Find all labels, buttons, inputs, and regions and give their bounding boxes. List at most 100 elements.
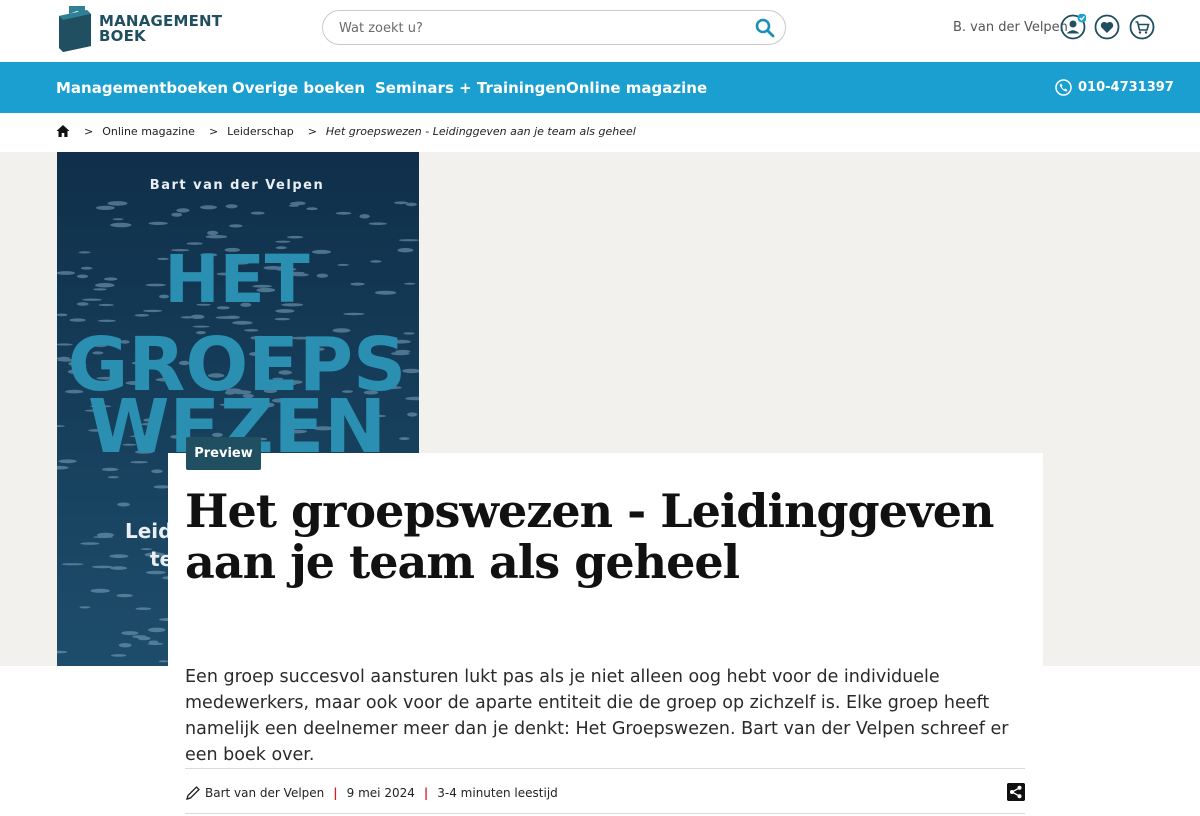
cover-fish	[147, 627, 166, 633]
cover-fish	[205, 235, 228, 239]
article-author[interactable]: Bart van der Velpen	[205, 786, 324, 800]
cover-fish	[171, 212, 183, 217]
cover-fish	[80, 266, 93, 270]
cover-fish	[95, 283, 115, 288]
cover-fish	[76, 274, 89, 279]
cover-fish	[370, 260, 382, 263]
cover-fish	[97, 532, 114, 538]
cover-fish	[112, 218, 124, 221]
cover-author: Bart van der Velpen	[150, 178, 324, 193]
cover-fish	[90, 588, 110, 593]
cover-fish	[350, 282, 365, 286]
logo-line-2: BOEK	[99, 27, 146, 45]
cover-fish	[76, 302, 89, 306]
cover-fish	[145, 570, 166, 575]
breadcrumb-online-magazine[interactable]: Online magazine	[102, 125, 195, 138]
share-icon[interactable]	[1007, 783, 1025, 801]
breadcrumb-separator: >	[84, 124, 94, 138]
cover-fish	[287, 235, 303, 239]
cover-fish	[316, 273, 329, 278]
cover-fish	[375, 290, 397, 295]
cover-fish	[143, 309, 163, 313]
nav-item-managementboeken[interactable]: Managementboeken	[56, 79, 228, 97]
cover-fish	[61, 563, 84, 566]
cart-icon[interactable]	[1129, 14, 1155, 40]
preview-badge: Preview	[186, 437, 261, 470]
cover-fish	[104, 277, 118, 281]
cover-subtitle-1: Leid	[125, 519, 172, 543]
cover-fish	[394, 201, 408, 205]
cover-fish	[176, 208, 190, 213]
cover-fish	[250, 211, 265, 215]
logo-book-icon	[59, 6, 91, 52]
reading-time: 3-4 minuten leestijd	[437, 786, 558, 800]
site-logo[interactable]: MANAGEMENT BOEK	[57, 6, 222, 52]
cover-fish	[95, 205, 115, 210]
cover-fish	[111, 654, 127, 657]
cover-fish	[335, 211, 352, 215]
search-input[interactable]	[339, 19, 739, 37]
cover-fish	[225, 204, 238, 209]
home-icon[interactable]	[56, 124, 70, 138]
cover-fish	[134, 314, 150, 317]
cover-title-line-1: HET	[164, 241, 309, 318]
main-nav: Managementboeken Overige boeken Seminars…	[0, 62, 1200, 113]
cover-fish	[135, 607, 152, 610]
cover-fish	[118, 643, 132, 648]
meta-separator: |	[423, 786, 429, 800]
cover-fish	[79, 606, 91, 609]
cover-fish	[404, 282, 416, 285]
phone-number: 010-4731397	[1078, 80, 1174, 95]
cover-fish	[399, 239, 419, 242]
breadcrumb-separator: >	[307, 124, 317, 138]
user-icon[interactable]	[1060, 14, 1086, 40]
meta-separator: |	[333, 786, 338, 800]
cover-fish	[58, 459, 77, 464]
cover-fish	[132, 635, 147, 639]
cover-fish	[397, 248, 414, 253]
cover-fish	[91, 565, 113, 569]
nav-item-overige-boeken[interactable]: Overige boeken	[232, 79, 365, 97]
phone-link[interactable]: 010-4731397	[1055, 79, 1174, 96]
cover-fish	[110, 222, 132, 228]
cover-fish	[93, 288, 107, 291]
phone-icon	[1055, 79, 1072, 96]
cover-fish	[109, 554, 129, 559]
cover-fish	[337, 263, 350, 266]
cover-fish	[117, 502, 130, 507]
article-date: 9 mei 2024	[346, 786, 415, 800]
breadcrumb: > Online magazine > Leiderschap > Het gr…	[56, 124, 636, 138]
breadcrumb-leiderschap[interactable]: Leiderschap	[227, 125, 294, 138]
nav-item-seminars[interactable]: Seminars + Trainingen	[375, 79, 566, 97]
search-box	[322, 10, 786, 45]
cover-fish	[359, 214, 370, 219]
cover-fish	[110, 566, 127, 570]
article-title: Het groepswezen - Leidinggeven aan je te…	[185, 484, 994, 589]
cover-fish	[78, 251, 91, 254]
user-name-link[interactable]: B. van der Velpen	[953, 20, 1068, 35]
cover-fish	[207, 230, 219, 236]
cover-fish	[399, 437, 410, 441]
cover-fish	[405, 202, 417, 207]
top-header: MANAGEMENT BOEK B. van der Velpen	[0, 0, 1200, 62]
pen-icon	[186, 786, 200, 800]
cover-fish	[306, 207, 318, 211]
cover-fish	[289, 201, 306, 205]
cover-fish	[107, 476, 119, 479]
breadcrumb-current: Het groepswezen - Leidinggeven aan je te…	[325, 124, 636, 138]
cover-fish	[343, 312, 365, 316]
cover-fish	[121, 631, 139, 636]
heart-icon[interactable]	[1094, 14, 1120, 40]
search-icon[interactable]	[755, 18, 775, 38]
cover-fish	[311, 249, 332, 254]
cover-fish	[107, 201, 128, 206]
cover-fish	[82, 298, 102, 301]
article-intro: Een groep succesvol aansturen lukt pas a…	[185, 667, 1009, 765]
breadcrumb-separator: >	[208, 124, 219, 138]
cover-fish	[274, 317, 290, 321]
cover-fish	[145, 283, 166, 287]
cover-fish	[98, 303, 114, 307]
article-meta: Bart van der Velpen | 9 mei 2024 | 3-4 m…	[185, 768, 1025, 814]
nav-item-online-magazine[interactable]: Online magazine	[566, 79, 707, 97]
cover-fish	[148, 221, 168, 225]
